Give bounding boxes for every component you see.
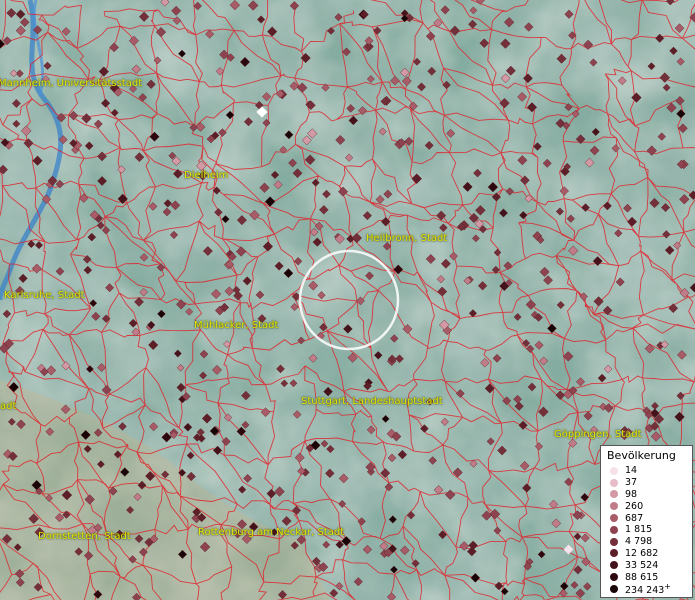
terrain-layer — [0, 0, 695, 600]
map-view[interactable]: Mannheim, Universitätsstadt Dielheim Hei… — [0, 0, 695, 600]
legend-swatch — [610, 514, 618, 523]
city-label-mannheim[interactable]: Mannheim, Universitätsstadt — [0, 78, 142, 89]
legend-swatch — [610, 537, 618, 546]
legend-title: Bevölkerung — [607, 449, 676, 462]
legend-entry: 98 — [605, 489, 688, 501]
city-label-heilbronn[interactable]: Heilbronn, Stadt — [366, 233, 447, 244]
legend-entry: 260 — [605, 500, 688, 512]
legend-swatch — [610, 466, 618, 475]
legend-entry: 14 — [605, 465, 688, 477]
legend-swatch — [610, 561, 618, 570]
legend-value: 234 243+ — [625, 581, 671, 596]
city-label-goeppingen[interactable]: Göppingen, Stadt — [554, 429, 642, 440]
legend-entry: 4 798 — [605, 536, 688, 548]
legend-value: 260 — [625, 500, 644, 512]
legend-value: 687 — [625, 512, 644, 524]
legend-entry: 687 — [605, 512, 688, 524]
city-label-muehlacker[interactable]: Mühlacker, Stadt — [194, 320, 278, 331]
legend-entry: 37 — [605, 477, 688, 489]
city-label-karlsruhe[interactable]: Karlsruhe, Stadt — [4, 290, 85, 301]
legend-plus: + — [664, 581, 671, 591]
city-label-stuttgart[interactable]: Stuttgart, Landeshauptstadt — [301, 396, 443, 407]
legend-swatch — [610, 490, 618, 499]
legend-value: 98 — [625, 488, 638, 500]
legend-entry: 234 243+ — [605, 581, 688, 596]
legend-swatch — [610, 478, 618, 487]
city-label-rottenburg[interactable]: Rottenburg am Neckar, Stadt — [198, 527, 344, 538]
legend-swatch — [610, 549, 618, 558]
legend-value: 4 798 — [625, 536, 653, 548]
legend-value: 14 — [625, 465, 638, 477]
legend-value: 33 524 — [625, 559, 659, 571]
city-label-edge[interactable]: adt — [0, 401, 16, 412]
legend-value: 1 815 — [625, 524, 653, 536]
population-legend: Bevölkerung 14 37 98 260 687 1 815 4 798 12 682… — [600, 445, 693, 598]
legend-entry: 12 682 — [605, 548, 688, 560]
legend-swatch — [610, 525, 618, 534]
legend-rows: 14 37 98 260 687 1 815 4 798 12 682 33 524 88 615… — [605, 465, 688, 596]
legend-value: 37 — [625, 477, 638, 489]
legend-swatch — [610, 573, 618, 582]
legend-value: 12 682 — [625, 547, 659, 559]
legend-swatch — [610, 584, 618, 593]
legend-entry: 1 815 — [605, 524, 688, 536]
city-label-dielheim[interactable]: Dielheim — [184, 170, 228, 181]
legend-entry: 33 524 — [605, 559, 688, 571]
legend-swatch — [610, 502, 618, 511]
city-label-dornstetten[interactable]: Dornstetten, Stadt — [38, 531, 131, 542]
